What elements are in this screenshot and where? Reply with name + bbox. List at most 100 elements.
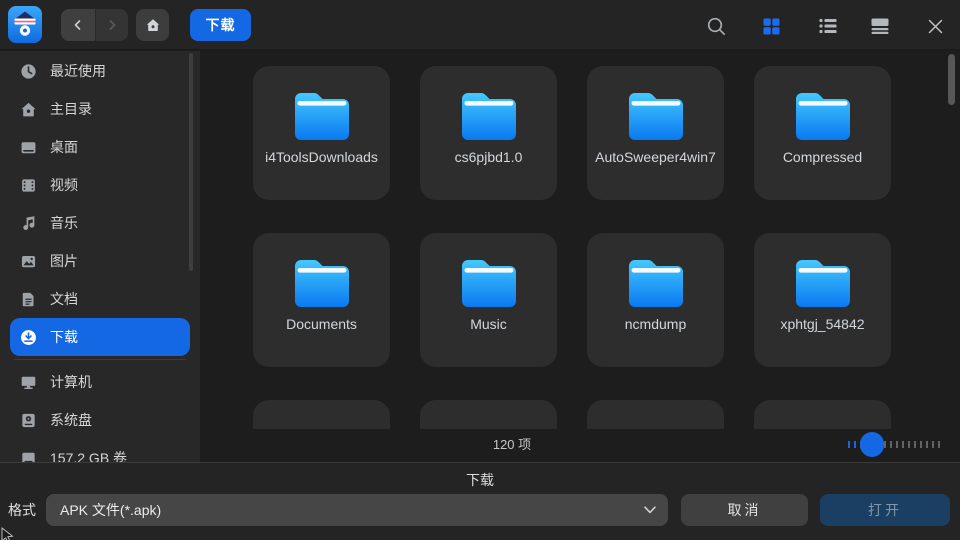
image-icon: [20, 253, 37, 270]
folder-name: xphtgj_54842: [780, 315, 864, 334]
file-grid-area: i4ToolsDownloads cs6pjbd1.0 AutoSweeper4…: [200, 51, 960, 462]
view-detail-button[interactable]: [867, 13, 893, 39]
format-label: 格式: [8, 494, 36, 526]
format-select[interactable]: APK 文件(*.apk): [46, 494, 668, 526]
sidebar-item-downloads[interactable]: 下载: [10, 318, 190, 356]
file-dialog-window: 下载: [0, 0, 960, 540]
volume-disk-icon: [20, 450, 37, 463]
sidebar-item-label: 下载: [50, 327, 78, 347]
sidebar-item-label: 最近使用: [50, 61, 106, 81]
forward-button[interactable]: [96, 9, 128, 41]
clock-icon: [20, 63, 37, 80]
folder-name: Music: [470, 315, 507, 334]
download-circle-icon: [20, 329, 37, 346]
computer-icon: [20, 374, 37, 391]
sidebar-item-videos[interactable]: 视频: [10, 166, 190, 204]
search-button[interactable]: [703, 13, 729, 39]
folder-icon: [457, 88, 521, 142]
search-icon: [706, 16, 727, 37]
sidebar-scrollbar[interactable]: [189, 53, 193, 271]
folder-name: cs6pjbd1.0: [455, 148, 523, 167]
sidebar-item-recent[interactable]: 最近使用: [10, 52, 190, 90]
folder-tile[interactable]: AutoSweeper4win7: [587, 66, 724, 200]
folder-name: i4ToolsDownloads: [265, 148, 378, 167]
folder-name: AutoSweeper4win7: [595, 148, 716, 167]
folder-icon: [791, 255, 855, 309]
breadcrumb-tab-downloads[interactable]: 下载: [190, 9, 251, 41]
folder-tile-partial[interactable]: [754, 400, 891, 429]
sidebar-item-documents[interactable]: 文档: [10, 280, 190, 318]
folder-icon: [457, 255, 521, 309]
folder-tile-partial[interactable]: [253, 400, 390, 429]
folder-tile[interactable]: ncmdump: [587, 233, 724, 367]
dialog-footer: 下载 格式 APK 文件(*.apk) 取消 打开: [0, 462, 960, 540]
sidebar-divider: [14, 359, 186, 360]
folder-tile-partial[interactable]: [420, 400, 557, 429]
sidebar-item-label: 主目录: [50, 99, 92, 119]
home-button[interactable]: [136, 9, 169, 41]
content-scrollbar[interactable]: [948, 54, 955, 105]
mouse-cursor: [0, 527, 16, 540]
sidebar-item-label: 桌面: [50, 137, 78, 157]
folder-name: ncmdump: [625, 315, 686, 334]
sidebar-item-label: 文档: [50, 289, 78, 309]
film-icon: [20, 177, 37, 194]
list-view-icon: [819, 18, 837, 34]
folder-icon: [624, 255, 688, 309]
sidebar-item-pictures[interactable]: 图片: [10, 242, 190, 280]
sidebar-item-label: 音乐: [50, 213, 78, 233]
chevron-left-icon: [72, 19, 84, 31]
document-icon: [20, 291, 37, 308]
chevron-right-icon: [106, 19, 118, 31]
folder-icon: [791, 88, 855, 142]
nav-history-group: [61, 9, 128, 41]
sidebar-item-computer[interactable]: 计算机: [10, 363, 190, 401]
sidebar-item-label: 系统盘: [50, 410, 92, 430]
folder-grid: i4ToolsDownloads cs6pjbd1.0 AutoSweeper4…: [253, 66, 893, 429]
view-list-button[interactable]: [815, 13, 841, 39]
home-icon: [20, 101, 37, 118]
cancel-button[interactable]: 取消: [681, 494, 808, 526]
folder-tile[interactable]: Documents: [253, 233, 390, 367]
sidebar-item-music[interactable]: 音乐: [10, 204, 190, 242]
folder-tile[interactable]: i4ToolsDownloads: [253, 66, 390, 200]
folder-tile[interactable]: xphtgj_54842: [754, 233, 891, 367]
sidebar-item-system-disk[interactable]: 系统盘: [10, 401, 190, 439]
desktop-icon: [20, 139, 37, 156]
home-icon: [145, 17, 161, 33]
chevron-down-icon: [644, 506, 656, 514]
open-button[interactable]: 打开: [820, 494, 950, 526]
slider-thumb[interactable]: [860, 432, 884, 457]
format-selected-value: APK 文件(*.apk): [60, 500, 644, 520]
folder-tile-partial[interactable]: [587, 400, 724, 429]
detail-view-icon: [871, 18, 889, 34]
app-logo-icon: [8, 6, 42, 43]
sidebar-item-label: 157.2 GB 卷: [50, 448, 127, 462]
folder-tile[interactable]: cs6pjbd1.0: [420, 66, 557, 200]
view-grid-button[interactable]: [758, 13, 784, 39]
sidebar-item-home[interactable]: 主目录: [10, 90, 190, 128]
back-button[interactable]: [61, 9, 96, 41]
folder-name: Compressed: [783, 148, 862, 167]
sidebar-item-label: 视频: [50, 175, 78, 195]
folder-name: Documents: [286, 315, 357, 334]
folder-icon: [290, 88, 354, 142]
music-note-icon: [20, 215, 37, 232]
sidebar-item-label: 图片: [50, 251, 78, 271]
sidebar-item-volume[interactable]: 157.2 GB 卷: [10, 439, 190, 462]
titlebar: 下载: [0, 0, 960, 50]
close-button[interactable]: [922, 13, 948, 39]
hard-disk-icon: [20, 412, 37, 429]
folder-icon: [290, 255, 354, 309]
item-count-status: 120 项: [452, 434, 572, 453]
close-icon: [927, 18, 944, 35]
grid-view-icon: [763, 18, 780, 35]
icon-size-slider[interactable]: [848, 430, 944, 458]
sidebar-item-label: 计算机: [50, 372, 92, 392]
folder-tile[interactable]: Compressed: [754, 66, 891, 200]
sidebar: 最近使用 主目录 桌面 视频 音乐 图片: [0, 51, 200, 462]
folder-icon: [624, 88, 688, 142]
dialog-title: 下载: [0, 470, 960, 490]
folder-tile[interactable]: Music: [420, 233, 557, 367]
sidebar-item-desktop[interactable]: 桌面: [10, 128, 190, 166]
